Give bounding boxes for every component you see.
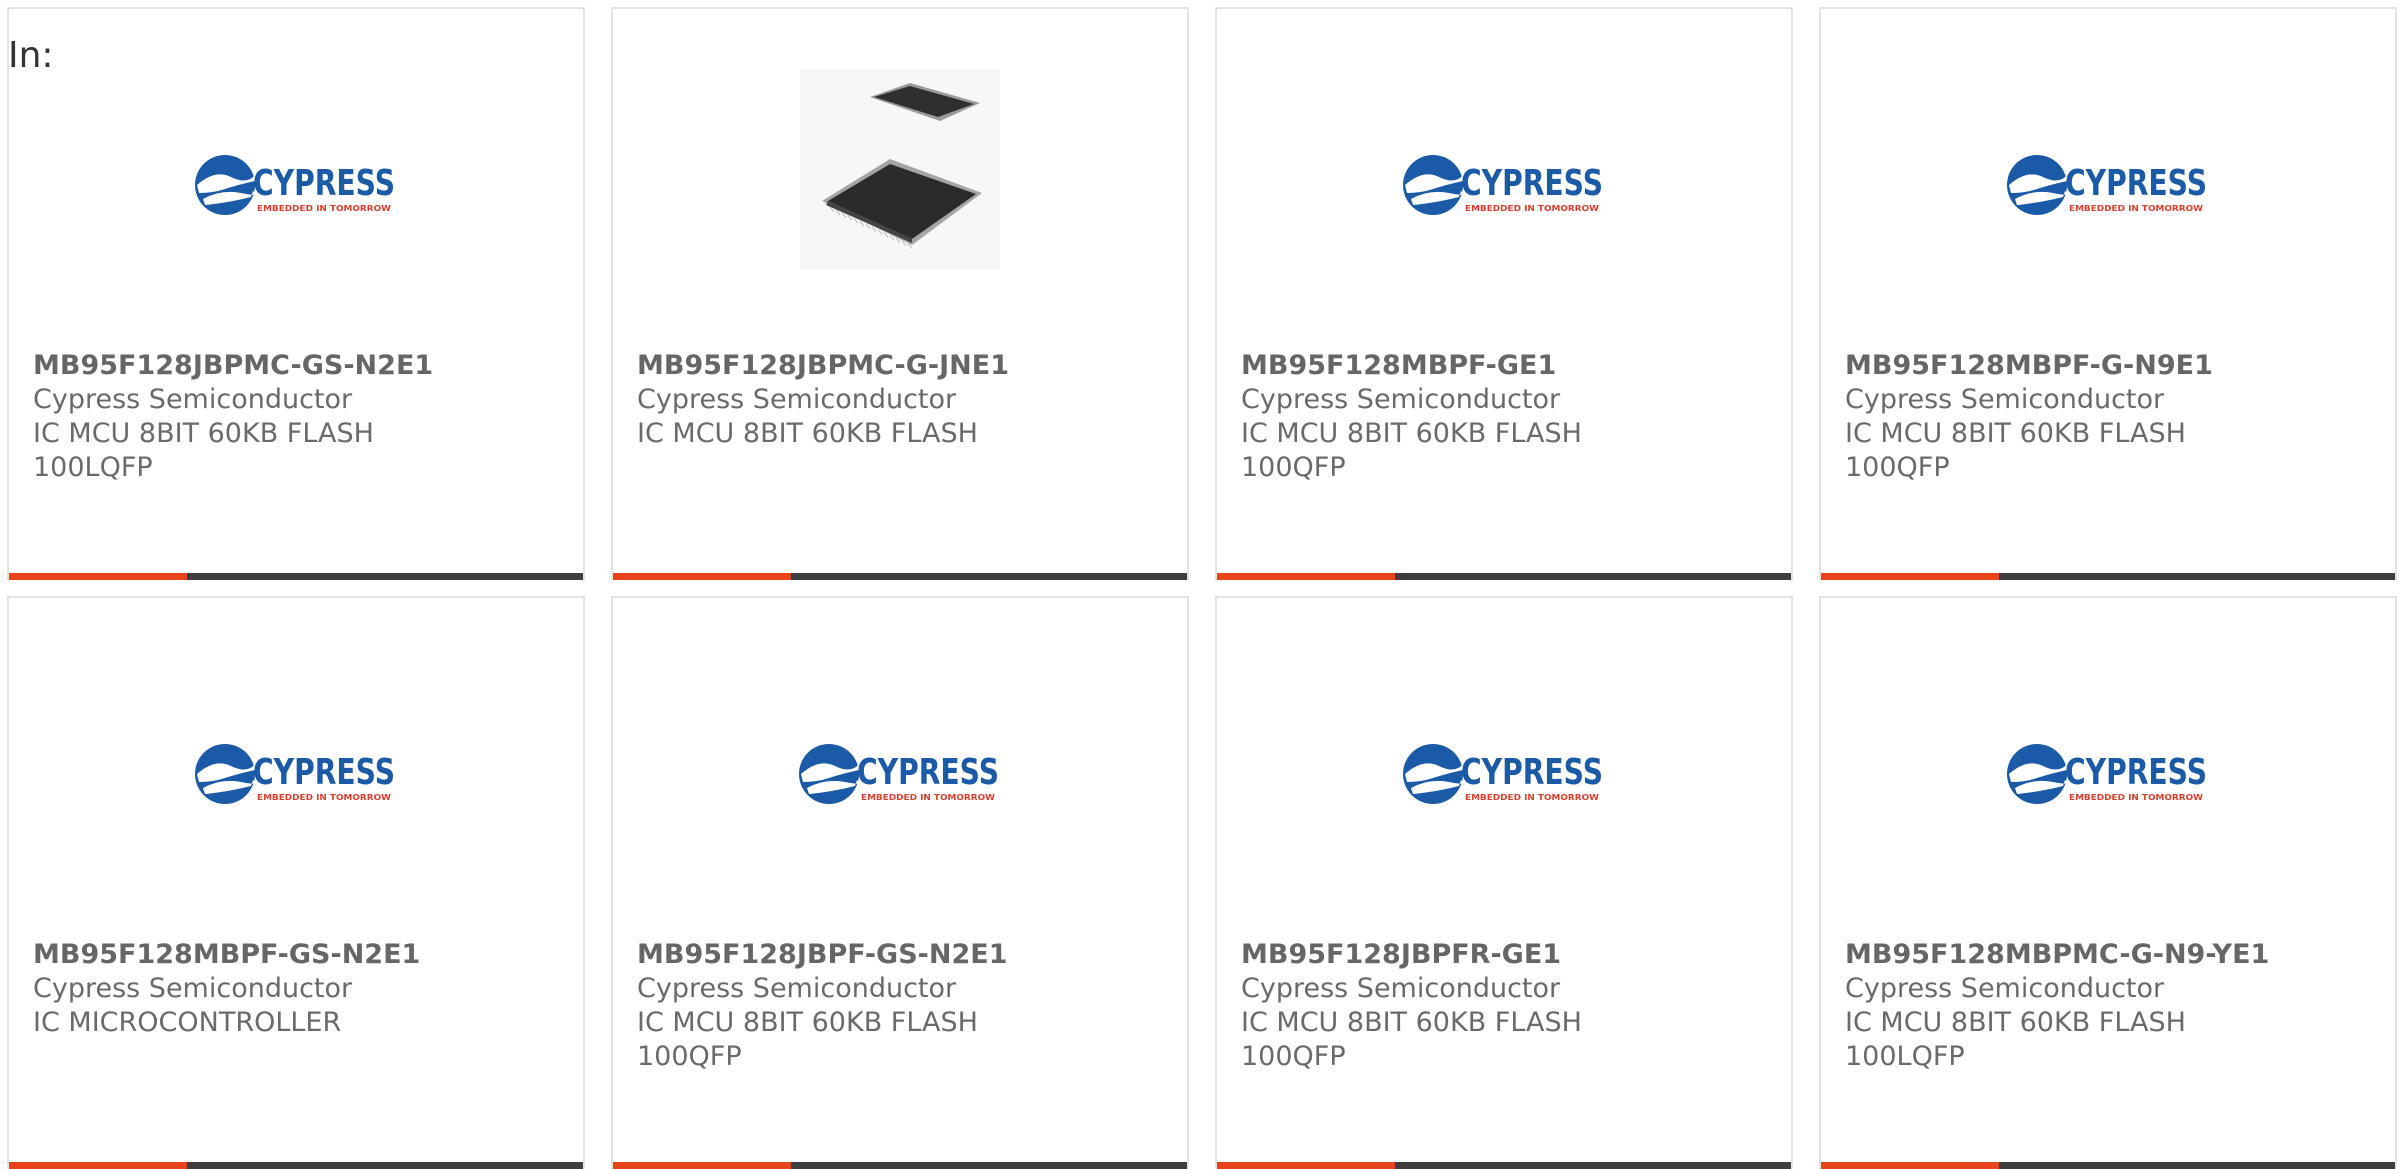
cypress-tagline: EMBEDDED IN TOMORROW (2069, 793, 2203, 802)
product-part-number[interactable]: MB95F128JBPFR-GE1 (1241, 938, 1771, 972)
in-label: In: (8, 35, 54, 76)
cypress-tagline: EMBEDDED IN TOMORROW (2069, 204, 2203, 213)
card-progress-accent (1217, 573, 1395, 580)
product-card[interactable]: CYPRESS EMBEDDED IN TOMORROW MB95F128JBPF… (1215, 596, 1793, 1169)
product-card[interactable]: CYPRESS EMBEDDED IN TOMORROW MB95F128MBPF… (7, 596, 585, 1169)
product-manufacturer: Cypress Semiconductor (1241, 973, 1561, 1004)
cypress-logo-icon: CYPRESSEMBEDDED IN TOMORROW (2007, 155, 2207, 215)
product-image[interactable]: CYPRESS EMBEDDED IN TOMORROW (613, 658, 1187, 878)
cypress-tagline: EMBEDDED IN TOMORROW (1465, 204, 1599, 213)
product-part-number[interactable]: MB95F128MBPF-G-N9E1 (1845, 349, 2375, 383)
product-manufacturer: Cypress Semiconductor (33, 973, 353, 1004)
product-manufacturer: Cypress Semiconductor (1241, 384, 1561, 415)
product-part-number[interactable]: MB95F128JBPMC-GS-N2E1 (33, 349, 563, 383)
product-image[interactable]: CYPRESS EMBEDDED IN TOMORROW (1821, 69, 2395, 289)
cypress-logo-icon: CYPRESSEMBEDDED IN TOMORROW (2007, 744, 2207, 804)
product-description-line2: 100QFP (1241, 1041, 1346, 1072)
cypress-logo-icon: CYPRESSEMBEDDED IN TOMORROW (195, 744, 395, 804)
cypress-tagline: EMBEDDED IN TOMORROW (861, 793, 995, 802)
product-description-line1: IC MCU 8BIT 60KB FLASH (33, 418, 374, 449)
product-grid: CYPRESS EMBEDDED IN TOMORROW MB95F128JBPM… (7, 7, 2400, 1169)
product-description-line2: 100QFP (1241, 452, 1346, 483)
ic-chip-icon (800, 69, 1000, 269)
card-progress-accent (613, 573, 791, 580)
card-progress-bar (1821, 1162, 2395, 1169)
product-manufacturer: Cypress Semiconductor (1845, 973, 2165, 1004)
product-image[interactable]: CYPRESS EMBEDDED IN TOMORROW (9, 658, 583, 878)
card-progress-accent (9, 1162, 187, 1169)
cypress-wordmark: CYPRESS (2065, 163, 2207, 204)
product-image[interactable]: CYPRESS EMBEDDED IN TOMORROW (1821, 658, 2395, 878)
cypress-logo-icon: CYPRESSEMBEDDED IN TOMORROW (1403, 744, 1603, 804)
cypress-wordmark: CYPRESS (253, 752, 395, 793)
product-manufacturer: Cypress Semiconductor (1845, 384, 2165, 415)
card-progress-bar (1217, 1162, 1791, 1169)
card-progress-bar (1821, 573, 2395, 580)
product-description-line1: IC MCU 8BIT 60KB FLASH (1241, 1007, 1582, 1038)
cypress-tagline: EMBEDDED IN TOMORROW (1465, 793, 1599, 802)
product-description-line1: IC MCU 8BIT 60KB FLASH (637, 418, 978, 449)
card-progress-accent (9, 573, 187, 580)
product-description-line2: 100LQFP (1845, 1041, 1965, 1072)
cypress-wordmark: CYPRESS (2065, 752, 2207, 793)
product-part-number[interactable]: MB95F128MBPF-GE1 (1241, 349, 1771, 383)
product-description-line1: IC MICROCONTROLLER (33, 1007, 342, 1038)
product-card[interactable]: CYPRESS EMBEDDED IN TOMORROW MB95F128MBPM… (1819, 596, 2397, 1169)
cypress-logo-icon: CYPRESSEMBEDDED IN TOMORROW (195, 155, 395, 215)
product-description-line1: IC MCU 8BIT 60KB FLASH (1845, 1007, 2186, 1038)
cypress-wordmark: CYPRESS (1461, 163, 1603, 204)
product-part-number[interactable]: MB95F128MBPMC-G-N9-YE1 (1845, 938, 2375, 972)
product-image[interactable]: CYPRESS EMBEDDED IN TOMORROW (1217, 658, 1791, 878)
product-card[interactable]: CYPRESS EMBEDDED IN TOMORROW MB95F128MBPF… (1215, 7, 1793, 580)
product-manufacturer: Cypress Semiconductor (637, 384, 957, 415)
card-progress-bar (1217, 573, 1791, 580)
product-part-number[interactable]: MB95F128MBPF-GS-N2E1 (33, 938, 563, 972)
product-part-number[interactable]: MB95F128JBPF-GS-N2E1 (637, 938, 1167, 972)
product-card[interactable]: CYPRESS EMBEDDED IN TOMORROW MB95F128JBPF… (611, 596, 1189, 1169)
product-description-line1: IC MCU 8BIT 60KB FLASH (1845, 418, 2186, 449)
product-manufacturer: Cypress Semiconductor (637, 973, 957, 1004)
product-part-number[interactable]: MB95F128JBPMC-G-JNE1 (637, 349, 1167, 383)
product-description-line2: 100QFP (1845, 452, 1950, 483)
product-manufacturer: Cypress Semiconductor (33, 384, 353, 415)
card-progress-bar (9, 573, 583, 580)
card-progress-accent (613, 1162, 791, 1169)
product-card[interactable]: CYPRESS EMBEDDED IN TOMORROW MB95F128MBPF… (1819, 7, 2397, 580)
product-description-line2: 100QFP (637, 1041, 742, 1072)
card-progress-accent (1217, 1162, 1395, 1169)
cypress-logo-icon: CYPRESSEMBEDDED IN TOMORROW (1403, 155, 1603, 215)
card-progress-bar (613, 573, 1187, 580)
cypress-wordmark: CYPRESS (253, 163, 395, 204)
card-progress-bar (613, 1162, 1187, 1169)
cypress-wordmark: CYPRESS (1461, 752, 1603, 793)
cypress-tagline: EMBEDDED IN TOMORROW (257, 793, 391, 802)
cypress-wordmark: CYPRESS (857, 752, 999, 793)
product-description-line1: IC MCU 8BIT 60KB FLASH (637, 1007, 978, 1038)
product-image[interactable] (613, 69, 1187, 289)
card-progress-accent (1821, 1162, 1999, 1169)
product-card[interactable]: MB95F128JBPMC-G-JNE1 Cypress Semiconduct… (611, 7, 1189, 580)
card-progress-bar (9, 1162, 583, 1169)
cypress-tagline: EMBEDDED IN TOMORROW (257, 204, 391, 213)
product-description-line2: 100LQFP (33, 452, 153, 483)
product-image[interactable]: CYPRESS EMBEDDED IN TOMORROW (1217, 69, 1791, 289)
card-progress-accent (1821, 573, 1999, 580)
cypress-logo-icon: CYPRESSEMBEDDED IN TOMORROW (799, 744, 999, 804)
product-image[interactable]: CYPRESS EMBEDDED IN TOMORROW (9, 69, 583, 289)
product-description-line1: IC MCU 8BIT 60KB FLASH (1241, 418, 1582, 449)
product-card[interactable]: CYPRESS EMBEDDED IN TOMORROW MB95F128JBPM… (7, 7, 585, 580)
